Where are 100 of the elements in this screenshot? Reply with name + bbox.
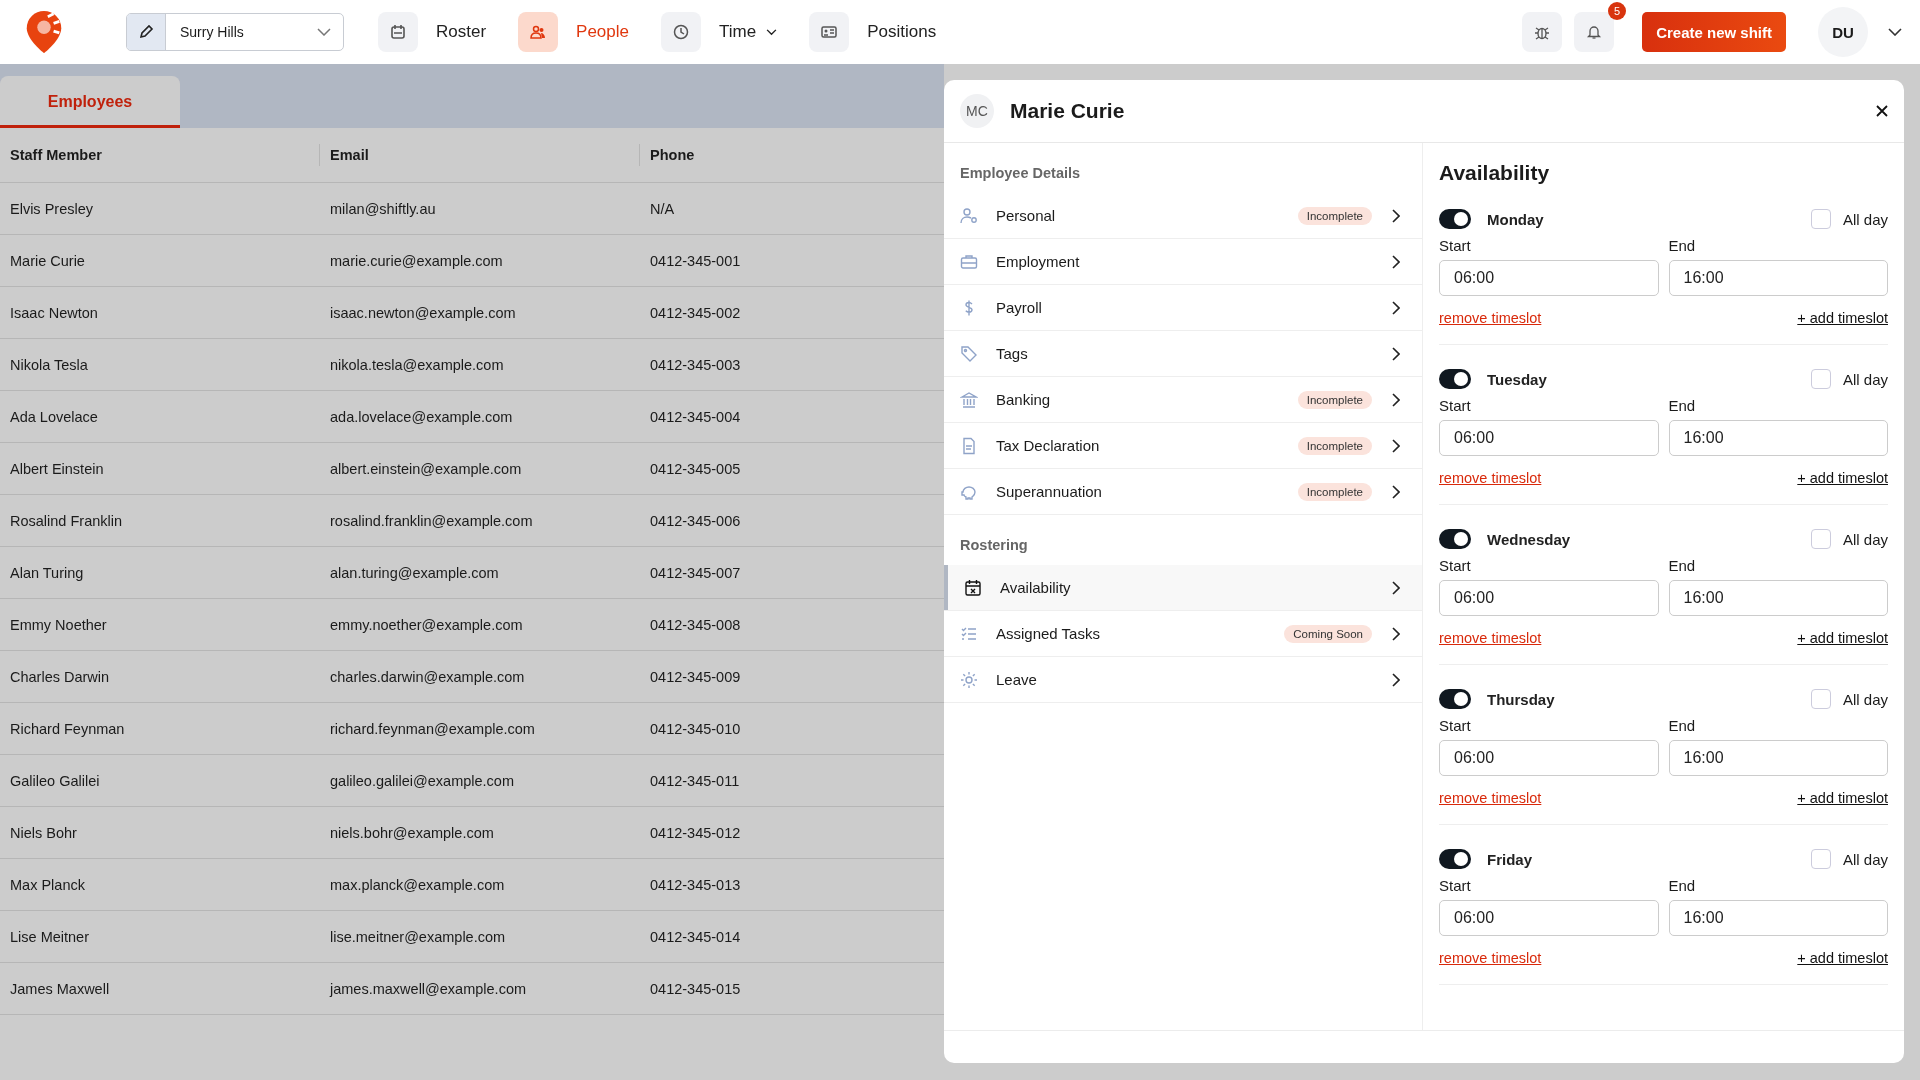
table-cell-text: James Maxwell — [9, 980, 111, 997]
menu-item[interactable]: Payroll — [944, 285, 1422, 331]
table-cell-text: charles.darwin@example.com — [329, 668, 526, 685]
table-cell-text: max.planck@example.com — [329, 876, 506, 893]
toggle-switch[interactable] — [1439, 209, 1471, 229]
add-timeslot-link[interactable]: + add timeslot — [1797, 470, 1888, 486]
remove-timeslot-link[interactable]: remove timeslot — [1439, 950, 1542, 966]
remove-timeslot-link[interactable]: remove timeslot — [1439, 310, 1542, 326]
section-heading: Availability — [1439, 161, 1551, 185]
chevron-right-icon — [1392, 484, 1400, 499]
table-cell-text: emmy.noether@example.com — [329, 616, 524, 633]
checkbox-label: All day — [1842, 370, 1888, 388]
bank-icon — [960, 390, 978, 409]
status-badge: Incomplete — [1297, 436, 1372, 455]
add-timeslot-link[interactable]: + add timeslot — [1797, 310, 1888, 326]
column-header: Staff Member — [0, 144, 320, 166]
status-badge: Incomplete — [1297, 206, 1372, 225]
employees-tab[interactable]: Employees — [0, 76, 180, 128]
chevron-right-icon — [1392, 438, 1400, 453]
menu-item[interactable]: Tags — [944, 331, 1422, 377]
add-timeslot-link[interactable]: + add timeslot — [1797, 790, 1888, 806]
briefcase-icon — [960, 252, 978, 271]
time-field[interactable]: 06:00 — [1439, 900, 1659, 936]
menu-item[interactable]: Employment — [944, 239, 1422, 285]
table-cell-text: isaac.newton@example.com — [329, 304, 517, 321]
chevron-right-icon — [1392, 626, 1400, 641]
table-cell-text: rosalind.franklin@example.com — [329, 512, 534, 529]
chevron-right-icon — [1392, 392, 1400, 407]
table-cell-text: niels.bohr@example.com — [329, 824, 495, 841]
table-cell-text: Alan Turing — [9, 564, 85, 581]
chevron-right-icon — [1392, 208, 1400, 223]
section-title: Employee Details — [959, 164, 1082, 183]
location-selector[interactable]: Surry Hills — [126, 13, 344, 51]
table-cell-text: Richard Feynman — [9, 720, 126, 737]
field-label: End — [1668, 557, 1697, 574]
remove-timeslot-link[interactable]: remove timeslot — [1439, 630, 1542, 646]
toggle-switch[interactable] — [1439, 689, 1471, 709]
table-cell-text: 0412-345-002 — [649, 304, 742, 321]
table-cell-text: 0412-345-007 — [649, 564, 742, 581]
menu-item[interactable]: Superannuation Incomplete — [944, 469, 1422, 515]
menu-item[interactable]: Tax Declaration Incomplete — [944, 423, 1422, 469]
close-icon[interactable] — [1876, 105, 1888, 117]
table-cell-text: milan@shiftly.au — [329, 200, 437, 217]
menu-item[interactable]: Banking Incomplete — [944, 377, 1422, 423]
toggle-switch[interactable] — [1439, 849, 1471, 869]
table-cell-text: 0412-345-005 — [649, 460, 742, 477]
calendar-icon — [964, 578, 982, 597]
menu-item[interactable]: Leave — [944, 657, 1422, 703]
time-field[interactable]: 16:00 — [1668, 420, 1888, 456]
location-name: Surry Hills — [179, 24, 245, 40]
remove-timeslot-link[interactable]: remove timeslot — [1439, 470, 1542, 486]
add-timeslot-link[interactable]: + add timeslot — [1797, 950, 1888, 966]
table-cell-text: 0412-345-008 — [649, 616, 742, 633]
time-field[interactable]: 16:00 — [1668, 740, 1888, 776]
table-cell-text: 0412-345-010 — [649, 720, 742, 737]
nav-tab[interactable]: Positions — [809, 12, 937, 52]
remove-timeslot-link[interactable]: remove timeslot — [1439, 790, 1542, 806]
table-cell-text: Rosalind Franklin — [9, 512, 124, 529]
time-field[interactable]: 06:00 — [1439, 740, 1659, 776]
time-field[interactable]: 16:00 — [1668, 260, 1888, 296]
nav-tab[interactable]: Roster — [378, 12, 487, 52]
toggle-switch[interactable] — [1439, 529, 1471, 549]
time-field[interactable]: 16:00 — [1668, 900, 1888, 936]
day-name: Wednesday — [1487, 530, 1572, 548]
checkbox[interactable] — [1810, 209, 1831, 229]
field-label: Start — [1439, 717, 1472, 734]
menu-item[interactable]: Personal Incomplete — [944, 193, 1422, 239]
time-field[interactable]: 06:00 — [1439, 260, 1659, 296]
nav-tab[interactable]: Time — [661, 12, 778, 52]
chevron-right-icon — [1392, 254, 1400, 269]
table-cell-text: 0412-345-006 — [649, 512, 742, 529]
chevron-down-icon[interactable] — [1888, 28, 1902, 36]
menu-item[interactable]: Assigned Tasks Coming Soon — [944, 611, 1422, 657]
notifications-button[interactable] — [1574, 12, 1615, 52]
add-timeslot-link[interactable]: + add timeslot — [1797, 630, 1888, 646]
table-cell-text: lise.meitner@example.com — [329, 928, 507, 945]
time-field[interactable]: 06:00 — [1439, 580, 1659, 616]
bug-report-button[interactable] — [1522, 12, 1563, 52]
menu-item[interactable]: Availability — [944, 565, 1422, 611]
table-cell-text: Elvis Presley — [9, 200, 94, 217]
checkbox[interactable] — [1810, 369, 1831, 389]
time-field[interactable]: 16:00 — [1668, 580, 1888, 616]
table-cell-text: james.maxwell@example.com — [328, 980, 528, 997]
table-cell-text: 0412-345-011 — [649, 772, 741, 789]
time-field[interactable]: 06:00 — [1439, 420, 1659, 456]
nav-tab[interactable]: People — [518, 12, 629, 52]
tag-icon — [960, 344, 978, 363]
logo-icon[interactable] — [24, 9, 64, 55]
table-cell-text: 0412-345-015 — [649, 980, 742, 997]
create-shift-button[interactable]: Create new shift — [1642, 12, 1786, 52]
table-cell-text: 0412-345-001 — [649, 252, 742, 269]
checkbox[interactable] — [1810, 689, 1831, 709]
checkbox[interactable] — [1810, 529, 1831, 549]
field-label: End — [1668, 237, 1697, 254]
toggle-switch[interactable] — [1439, 369, 1471, 389]
chevron-right-icon — [1392, 346, 1400, 361]
checkbox-label: All day — [1842, 690, 1888, 708]
user-avatar[interactable]: DU — [1818, 7, 1868, 57]
status-badge: Incomplete — [1297, 482, 1372, 501]
checkbox[interactable] — [1810, 849, 1831, 869]
